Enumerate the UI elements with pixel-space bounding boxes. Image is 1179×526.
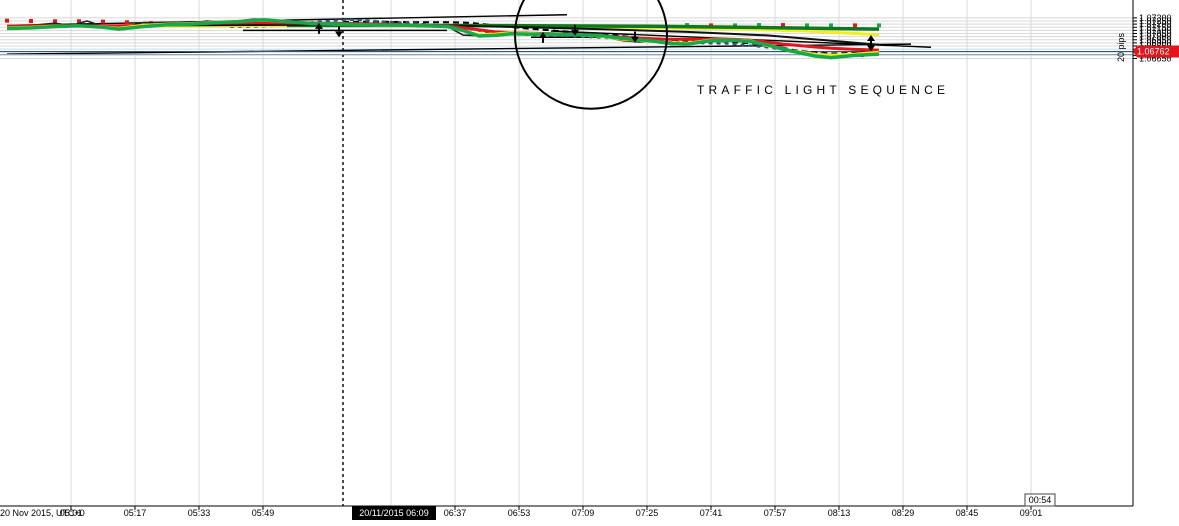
forex-chart[interactable]: 1.07300 1.07250 1.07200 1.07150 1.07100 1.070… — [0, 0, 1179, 521]
x-tick-label: 08:29 — [892, 508, 915, 518]
x-tick-label: 05:49 — [252, 508, 275, 518]
x-tick-label: 07:09 — [572, 508, 595, 518]
instrument-label: 20 Nov 2015, UTC+0 — [0, 508, 85, 518]
indicator-dot — [125, 20, 129, 25]
current-price-label: 1.06762 — [1137, 47, 1170, 57]
x-tick-label: 07:25 — [636, 508, 659, 518]
indicator-dot — [877, 23, 881, 28]
x-tick-label: 08:13 — [828, 508, 851, 518]
countdown-label: 00:54 — [1029, 495, 1052, 505]
indicator-dot — [853, 23, 857, 28]
x-tick-label: 06:53 — [508, 508, 531, 518]
indicator-dot — [101, 19, 105, 24]
x-tick-label: 08:45 — [956, 508, 979, 518]
indicator-dot — [5, 18, 9, 23]
x-tick-label: 07:57 — [764, 508, 787, 518]
x-tick-label: 07:41 — [700, 508, 723, 518]
annotation-title: TRAFFIC LIGHT SEQUENCE — [697, 83, 949, 97]
cursor-time-label: 20/11/2015 06:09 — [359, 508, 428, 518]
scale-label: 20 pips — [1116, 32, 1126, 62]
x-tick-label: 05:33 — [188, 508, 211, 518]
chart-background — [0, 0, 1179, 521]
x-tick-label: 09:01 — [1020, 508, 1043, 518]
indicator-dot — [29, 19, 33, 23]
x-tick-label: 06:37 — [444, 508, 467, 518]
x-tick-label: 05:17 — [124, 508, 147, 518]
